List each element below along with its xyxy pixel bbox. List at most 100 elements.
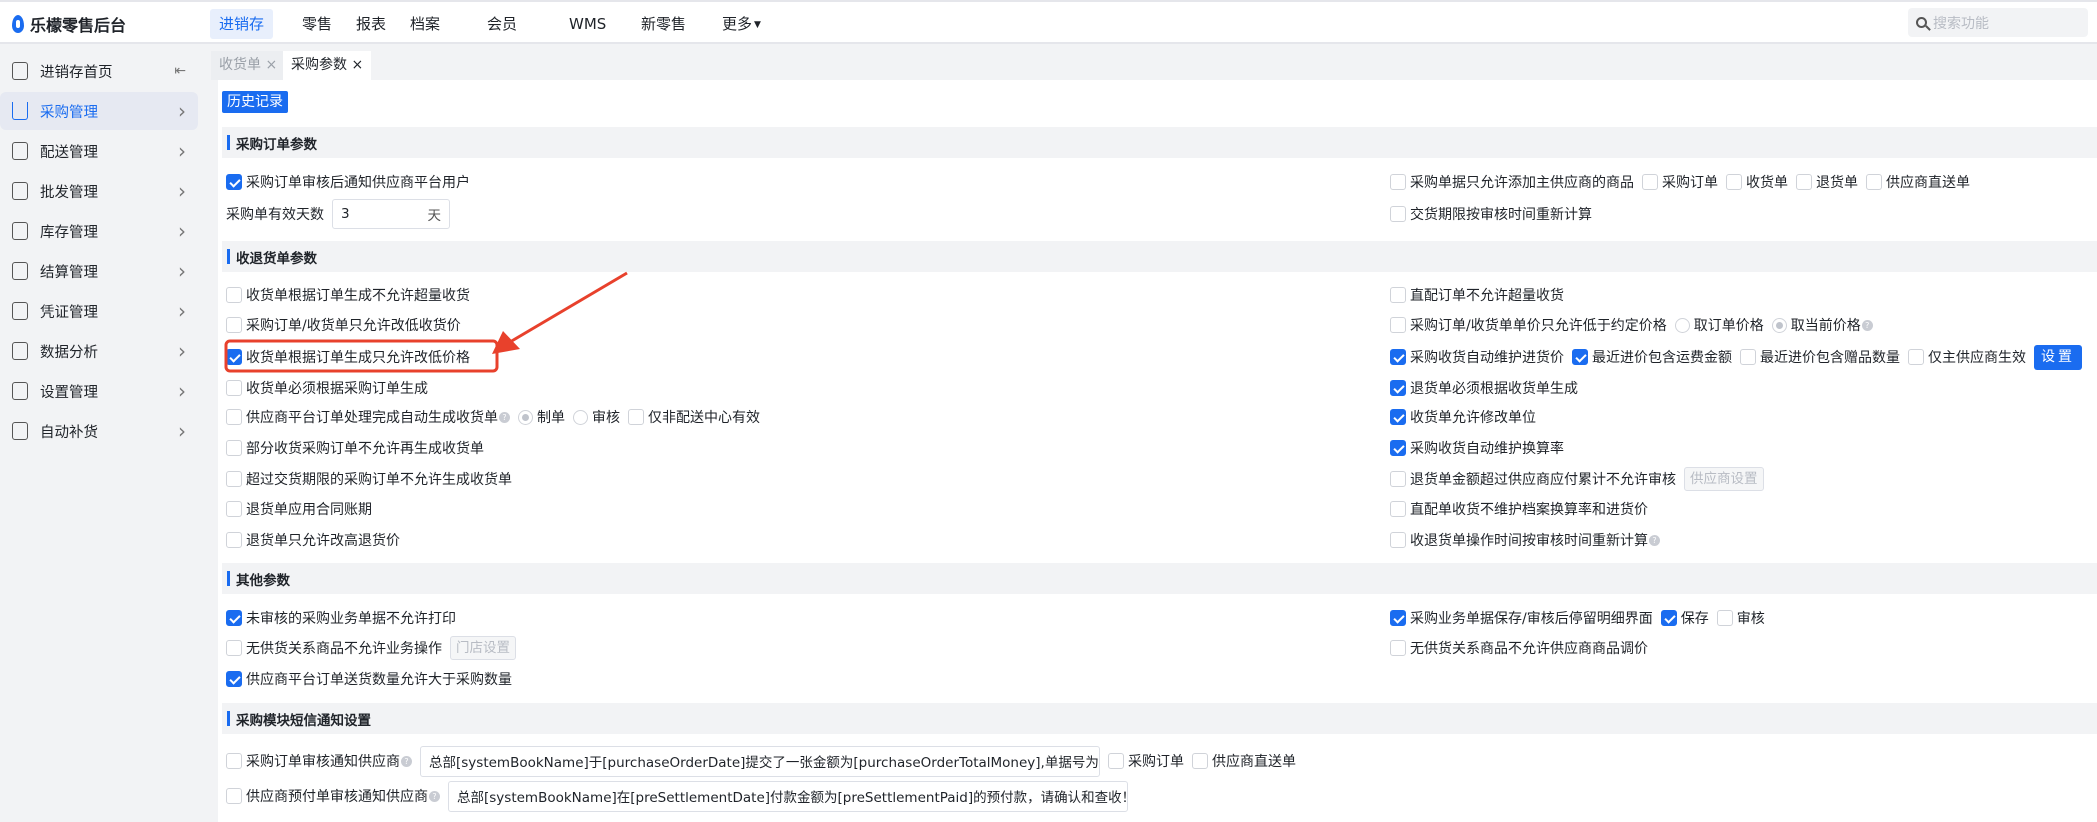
checkbox-option[interactable]: 供应商平台订单处理完成自动生成收货单? [226,407,510,427]
checkbox-option[interactable]: 无供货关系商品不允许业务操作 [226,638,442,658]
sidebar-item[interactable]: 自动补货 › [0,412,198,450]
checkbox[interactable] [1390,440,1406,456]
checkbox-option[interactable]: 保存 [1660,608,1709,628]
checkbox-option[interactable]: 采购业务单据保存/审核后停留明细界面 [1390,608,1653,628]
checkbox-option[interactable]: 收货单必须根据采购订单生成 [226,378,428,398]
tab-0[interactable]: 收货单 × [211,51,286,80]
checkbox[interactable] [1108,753,1124,769]
checkbox[interactable] [1390,349,1406,365]
help-icon[interactable]: ? [401,755,412,767]
checkbox-option[interactable]: 采购订单/收货单只允许改低收货价 [226,315,461,335]
checkbox-option[interactable]: 退货单 [1796,172,1858,192]
search-input[interactable]: 搜索功能 [1908,8,2088,37]
sidebar-item[interactable]: 数据分析 › [0,332,198,370]
checkbox[interactable] [226,471,242,487]
history-button[interactable]: 历史记录 [222,91,288,113]
radio[interactable] [573,409,588,425]
radio-option[interactable]: 制单 [518,407,565,427]
sidebar-item[interactable]: 库存管理 › [0,212,198,250]
radio-option[interactable]: 取当前价格? [1771,315,1873,335]
nav-item-5[interactable]: WMS [560,9,615,39]
checkbox-option[interactable]: 退货单金额超过供应商应付累计不允许审核 [1390,469,1676,489]
checkbox[interactable] [226,753,242,769]
checkbox-option[interactable]: 仅非配送中心有效 [628,407,760,427]
checkbox[interactable] [1390,471,1406,487]
checkbox[interactable] [226,174,242,190]
checkbox[interactable] [226,287,242,303]
checkbox[interactable] [226,501,242,517]
tab-close-icon[interactable]: × [261,57,277,73]
checkbox[interactable] [1390,287,1406,303]
radio[interactable] [518,409,533,425]
sms-template-input[interactable]: 总部[systemBookName]在[preSettlementDate]付款… [448,780,1128,812]
checkbox-option[interactable]: 收货单根据订单生成不允许超量收货 [226,285,470,305]
checkbox-option[interactable]: 审核 [1716,608,1765,628]
nav-item-3[interactable]: 档案 [401,9,449,39]
checkbox[interactable] [1660,610,1677,626]
sidebar-item[interactable]: 采购管理 › [0,92,198,130]
sidebar-item[interactable]: 设置管理 › [0,372,198,410]
checkbox[interactable] [1390,174,1406,190]
checkbox-option[interactable]: 采购订单审核通知供应商? [226,751,412,771]
checkbox-option[interactable]: 采购订单 [1108,751,1184,771]
nav-item-0[interactable]: 进销存 [210,9,274,39]
checkbox[interactable] [226,317,242,333]
collapse-sidebar-icon[interactable]: ⇤ [174,63,186,79]
checkbox[interactable] [226,671,242,687]
tab-1[interactable]: 采购参数 × [283,51,372,80]
checkbox-option[interactable]: 供应商直送单 [1192,751,1296,771]
checkbox[interactable] [1390,317,1406,333]
checkbox-option[interactable]: 采购收货自动维护换算率 [1390,438,1564,458]
checkbox[interactable] [226,532,242,548]
checkbox[interactable] [1390,501,1406,517]
checkbox[interactable] [226,380,242,396]
nav-item-4[interactable]: 会员 [478,9,526,39]
checkbox[interactable] [226,349,242,365]
checkbox[interactable] [1390,380,1406,396]
checkbox-option[interactable]: 部分收货采购订单不允许再生成收货单 [226,438,484,458]
sms-template-input[interactable]: 总部[systemBookName]于[purchaseOrderDate]提交… [420,745,1100,777]
checkbox[interactable] [1740,349,1756,365]
checkbox[interactable] [1390,640,1406,656]
checkbox[interactable] [1390,206,1406,222]
checkbox[interactable] [226,409,242,425]
settings-button[interactable]: 设置 [2034,344,2082,370]
checkbox-option[interactable]: 收货单允许修改单位 [1390,407,1536,427]
checkbox-option[interactable]: 采购收货自动维护进货价 [1390,347,1564,367]
radio-option[interactable]: 审核 [573,407,620,427]
checkbox-option[interactable]: 供应商平台订单送货数量允许大于采购数量 [226,669,512,689]
checkbox-option[interactable]: 直配单收货不维护档案换算率和进货价 [1390,499,1648,519]
nav-item-2[interactable]: 报表 [347,9,395,39]
help-icon[interactable]: ? [1649,534,1660,546]
help-icon[interactable]: ? [429,790,440,802]
checkbox[interactable] [226,788,242,804]
app-logo[interactable]: 乐檬零售后台 [12,12,126,36]
checkbox[interactable] [1390,532,1406,548]
checkbox[interactable] [1390,409,1406,425]
nav-item-6[interactable]: 新零售 [632,9,695,39]
checkbox[interactable] [226,640,242,656]
checkbox-option[interactable]: 收退货单操作时间按审核时间重新计算? [1390,530,1660,550]
checkbox-option[interactable]: 退货单应用合同账期 [226,499,372,519]
radio-option[interactable]: 取订单价格 [1674,315,1764,335]
checkbox[interactable] [1390,610,1406,626]
help-icon[interactable]: ? [499,411,510,423]
help-icon[interactable]: ? [1861,319,1873,331]
checkbox-option[interactable]: 收货单根据订单生成只允许改低价格 [226,347,470,367]
checkbox-option[interactable]: 采购单据只允许添加主供应商的商品 [1390,172,1634,192]
checkbox-option[interactable]: 最近进价包含赠品数量 [1740,347,1900,367]
checkbox[interactable] [1642,174,1658,190]
supplier-settings-button[interactable]: 供应商设置 [1684,467,1764,491]
valid-days-input[interactable]: 3天 [332,199,450,229]
checkbox-option[interactable]: 直配订单不允许超量收货 [1390,285,1564,305]
checkbox-option[interactable]: 退货单只允许改高退货价 [226,530,400,550]
store-settings-button[interactable]: 门店设置 [450,636,516,660]
checkbox[interactable] [1726,174,1742,190]
sidebar-item[interactable]: 凭证管理 › [0,292,198,330]
radio[interactable] [1771,317,1787,333]
checkbox-option[interactable]: 仅主供应商生效 [1908,347,2026,367]
checkbox-option[interactable]: 无供货关系商品不允许供应商商品调价 [1390,638,1648,658]
checkbox-option[interactable]: 收货单 [1726,172,1788,192]
checkbox[interactable] [1572,349,1588,365]
checkbox[interactable] [1908,349,1924,365]
